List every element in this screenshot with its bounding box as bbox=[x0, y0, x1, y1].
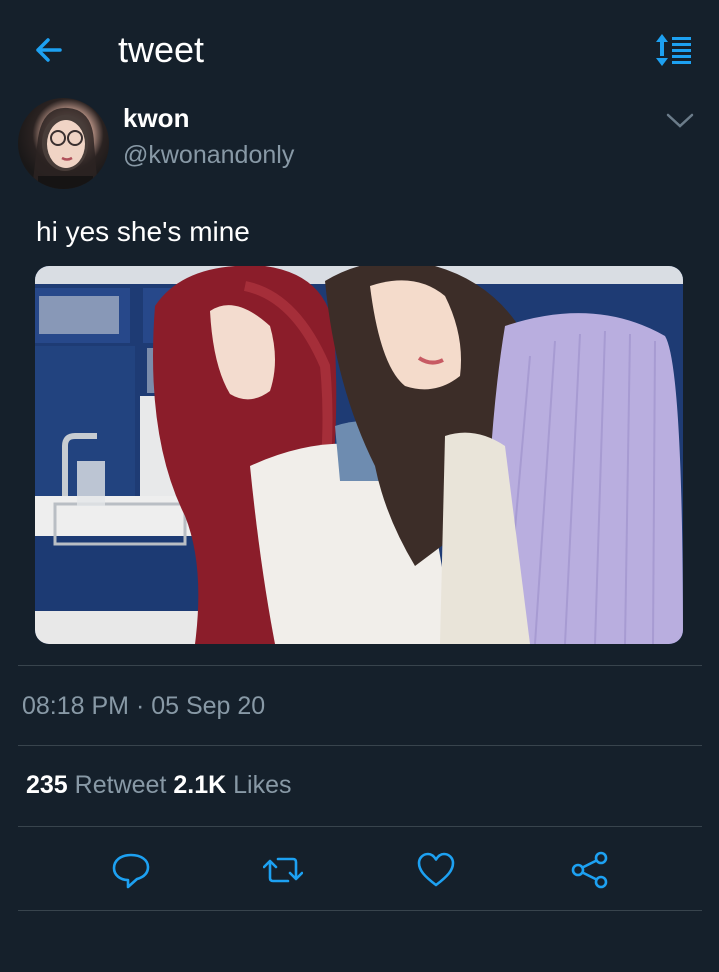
like-icon[interactable] bbox=[416, 850, 456, 890]
avatar[interactable] bbox=[18, 98, 109, 189]
chevron-down-icon[interactable] bbox=[664, 108, 696, 132]
display-name[interactable]: kwon bbox=[123, 103, 189, 134]
share-icon[interactable] bbox=[570, 850, 610, 890]
engagement-stats: 235 Retweet 2.1K Likes bbox=[26, 771, 291, 800]
tweet-text: hi yes she's mine bbox=[36, 216, 250, 247]
like-count[interactable]: 2.1K bbox=[173, 771, 226, 799]
retweet-icon[interactable] bbox=[263, 850, 303, 890]
divider bbox=[18, 910, 702, 911]
avatar-image bbox=[32, 107, 98, 189]
divider bbox=[18, 665, 702, 666]
page-title: tweet bbox=[118, 29, 205, 70]
like-label[interactable]: Likes bbox=[233, 771, 291, 799]
tweet-timestamp: 08:18 PM · 05 Sep 20 bbox=[22, 692, 266, 720]
reply-icon[interactable] bbox=[111, 850, 151, 890]
retweet-label[interactable]: Retweet bbox=[75, 771, 167, 799]
top-bar: tweet bbox=[0, 0, 719, 100]
user-handle[interactable]: @kwonandonly bbox=[123, 141, 294, 170]
tweet-photo[interactable] bbox=[35, 266, 683, 644]
photo-image bbox=[35, 266, 683, 644]
divider bbox=[18, 826, 702, 827]
divider bbox=[18, 745, 702, 746]
sort-list-icon[interactable] bbox=[654, 32, 694, 68]
arrow-left-icon[interactable] bbox=[30, 30, 70, 70]
retweet-count[interactable]: 235 bbox=[26, 771, 68, 799]
